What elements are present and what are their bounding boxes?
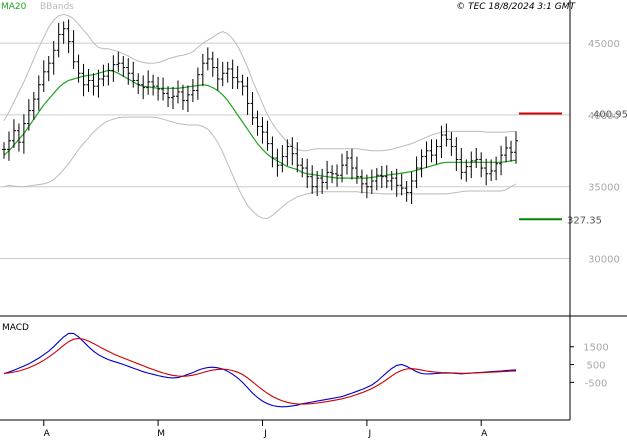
level-label: 327.35	[567, 215, 602, 226]
stock-chart: 400.95327.35 45000400003500030000 150050…	[0, 0, 627, 439]
x-tick-label: J	[368, 429, 372, 439]
legend-bbands-label: BBands	[40, 2, 74, 12]
copyright-text: © TEC 18/8/2024 3:1 GMT	[456, 2, 576, 12]
price-y-axis: 45000 40000 35000 30000	[588, 39, 620, 265]
price-tick-label: 45000	[588, 39, 620, 50]
x-axis: AMJJA	[43, 420, 488, 439]
price-tick-label: 35000	[588, 183, 620, 194]
x-tick-label: M	[157, 429, 165, 439]
x-tick-label: J	[263, 429, 267, 439]
macd-line	[3, 332, 517, 408]
macd-title: MACD	[2, 323, 29, 333]
macd-panel	[3, 332, 517, 408]
legend-ma20-label: MA20	[1, 2, 27, 12]
price-tick-label: 40000	[588, 111, 620, 122]
macd-tick-label: 500	[586, 361, 605, 372]
x-tick-label: A	[44, 429, 51, 439]
price-panel-background	[0, 0, 570, 316]
x-tick-label: A	[481, 429, 488, 439]
macd-tick-label: -500	[585, 378, 608, 389]
price-tick-label: 30000	[588, 255, 620, 266]
macd-tick-label: 1500	[583, 343, 608, 354]
signal-line	[3, 337, 517, 405]
macd-y-axis: 1500 500 -500	[570, 343, 609, 389]
